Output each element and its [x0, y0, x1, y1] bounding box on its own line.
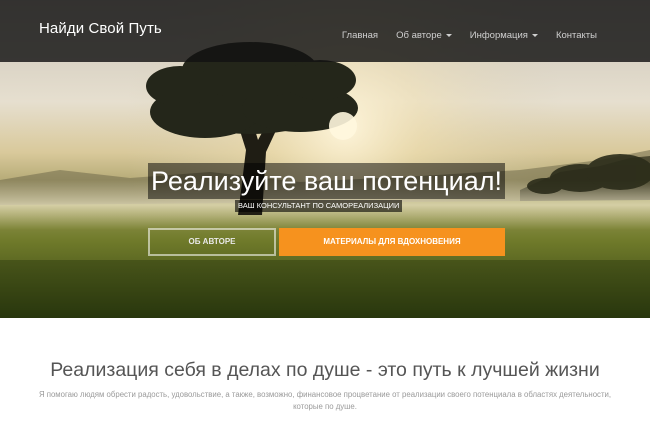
section-heading: Реализация себя в делах по душе - это пу…	[50, 359, 600, 381]
caret-down-icon	[445, 34, 452, 37]
main-nav: Главная Об авторе Информация Контакты	[333, 25, 606, 43]
nav-link-home-label: Главная	[341, 30, 379, 41]
navbar: Найди Свой Путь Главная Об авторе Информ…	[0, 0, 650, 62]
about-author-button[interactable]: ОБ АВТОРЕ	[148, 228, 276, 256]
nav-link-about[interactable]: Об авторе	[387, 30, 461, 41]
brand-logo-link[interactable]: Найди Свой Путь	[39, 20, 162, 37]
nav-item-contacts: Контакты	[547, 25, 606, 43]
nav-link-info[interactable]: Информация	[461, 30, 547, 41]
nav-item-about: Об авторе	[387, 25, 461, 43]
hero-subtitle: ВАШ КОНСУЛЬТАНТ ПО САМОРЕАЛИЗАЦИИ	[235, 200, 403, 212]
nav-link-info-label: Информация	[469, 30, 528, 41]
nav-item-info: Информация	[461, 25, 547, 43]
nav-link-about-label: Об авторе	[396, 30, 442, 41]
nav-link-home[interactable]: Главная	[333, 30, 387, 41]
inspiration-materials-button[interactable]: МАТЕРИАЛЫ ДЛЯ ВДОХНОВЕНИЯ	[279, 228, 505, 256]
nav-link-contacts[interactable]: Контакты	[547, 30, 606, 41]
hero-section: Найди Свой Путь Главная Об авторе Информ…	[0, 0, 650, 318]
nav-link-contacts-label: Контакты	[555, 30, 597, 41]
nav-item-home: Главная	[333, 25, 387, 43]
caret-down-icon	[531, 34, 538, 37]
hero-title: Реализуйте ваш потенциал!	[148, 163, 505, 199]
section-description: Я помогаю людям обрести радость, удоволь…	[38, 390, 612, 411]
